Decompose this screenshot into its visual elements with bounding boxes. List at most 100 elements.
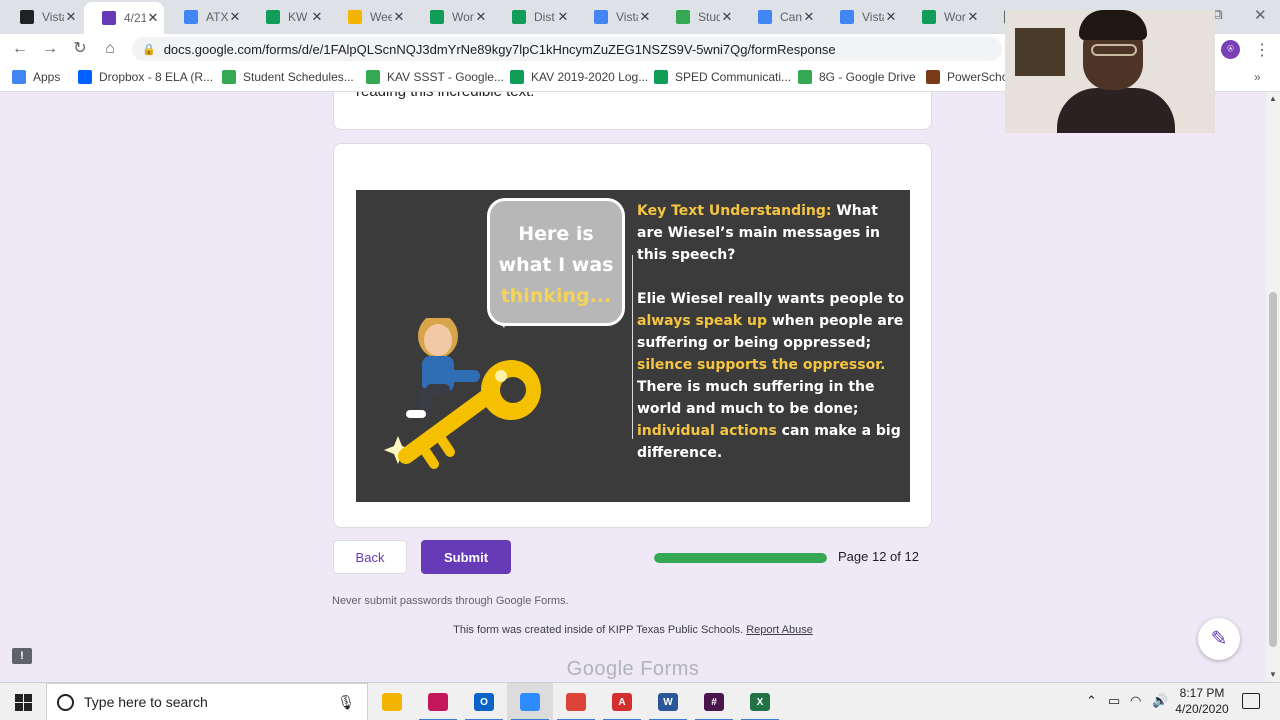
scroll-down-icon[interactable]: ▼ — [1269, 670, 1277, 679]
back-arrow-icon[interactable]: ← — [10, 39, 30, 59]
bookmarks-overflow-icon[interactable]: » — [1254, 70, 1261, 84]
browser-tab-title: Can — [780, 10, 802, 24]
volume-icon[interactable]: 🔊 — [1152, 693, 1168, 709]
cortana-icon — [57, 693, 74, 711]
battery-icon[interactable]: ▭ — [1108, 693, 1120, 709]
bookmark-item[interactable]: SPED Communicati... — [654, 70, 791, 84]
close-tab-icon[interactable]: ✕ — [966, 9, 980, 25]
browser-tab[interactable]: ATX ✕ — [166, 4, 246, 30]
bookmark-item[interactable]: Student Schedules... — [222, 70, 354, 84]
presenter-body — [1057, 88, 1175, 133]
browser-tab[interactable]: Can ✕ — [740, 4, 820, 30]
scroll-up-icon[interactable]: ▲ — [1269, 94, 1277, 103]
taskbar-app-chrome[interactable] — [553, 683, 599, 720]
browser-tab[interactable]: Dist ✕ — [494, 4, 574, 30]
clock-time: 8:17 PM — [1179, 686, 1225, 700]
forms-icon — [102, 11, 116, 25]
close-tab-icon[interactable]: ✕ — [146, 10, 160, 26]
browser-menu-icon[interactable]: ⋮ — [1254, 40, 1270, 60]
taskbar-app-zoom[interactable] — [507, 683, 553, 720]
taskbar-app-excel[interactable]: X — [737, 683, 783, 720]
taskbar-app-word[interactable]: W — [645, 683, 691, 720]
taskbar-app-acrobat[interactable]: A — [599, 683, 645, 720]
zoom-icon — [520, 693, 540, 711]
browser-tab[interactable]: KW ✕ — [248, 4, 328, 30]
browser-tab[interactable]: Vista✕ — [576, 4, 656, 30]
microphone-icon[interactable]: 🎙 — [337, 694, 355, 711]
profile-avatar[interactable]: ⍟ — [1221, 40, 1240, 59]
browser-tab-title: KW — [288, 10, 308, 24]
reload-icon[interactable]: ↻ — [70, 39, 90, 59]
taskbar-search[interactable]: Type here to search 🎙 — [46, 683, 368, 720]
bookmark-item[interactable]: KAV SSST - Google... — [366, 70, 504, 84]
sheets-icon — [922, 10, 936, 24]
browser-tab[interactable]: Wor ✕ — [412, 4, 492, 30]
bubble-line-2: what I was — [498, 254, 614, 276]
file-explorer-icon — [382, 693, 402, 711]
slide-divider — [632, 255, 633, 439]
slide-card: Here is what I was thinking... Key Text … — [333, 143, 932, 528]
presenter-hair — [1079, 10, 1147, 40]
outlook-icon: O — [474, 693, 494, 711]
feedback-icon[interactable]: ! — [12, 648, 32, 664]
drive-icon — [798, 70, 812, 84]
address-bar[interactable]: 🔒 docs.google.com/forms/d/e/1FAlpQLScnNQ… — [132, 37, 1002, 61]
browser-tab[interactable]: 4/21 ✕ — [84, 2, 164, 34]
browser-tab[interactable]: Stud ✕ — [658, 4, 738, 30]
bookmark-item[interactable]: Dropbox - 8 ELA (R... — [78, 70, 213, 84]
presenter-glasses — [1091, 44, 1137, 56]
browser-tab-title: Wor — [452, 10, 474, 24]
taskbar-app-snip-tool[interactable] — [415, 683, 461, 720]
created-inside-text: This form was created inside of KIPP Tex… — [453, 624, 744, 636]
notification-center-icon[interactable] — [1242, 693, 1260, 709]
address-url[interactable]: docs.google.com/forms/d/e/1FAlpQLScnNQJ3… — [164, 42, 836, 57]
wifi-icon[interactable]: ◠ — [1130, 693, 1141, 709]
browser-tab[interactable]: Wee ✕ — [330, 4, 410, 30]
docs-icon — [184, 10, 198, 24]
close-tab-icon[interactable]: ✕ — [392, 9, 406, 25]
thought-bubble: Here is what I was thinking... — [487, 198, 625, 326]
webcam-overlay — [1005, 10, 1215, 133]
scrollbar-thumb[interactable] — [1269, 292, 1277, 647]
close-tab-icon[interactable]: ✕ — [64, 9, 78, 25]
close-tab-icon[interactable]: ✕ — [638, 9, 652, 25]
sheets-icon — [512, 10, 526, 24]
report-abuse-link[interactable]: Report Abuse — [746, 624, 813, 636]
bookmark-item[interactable]: 8G - Google Drive — [798, 70, 916, 84]
close-tab-icon[interactable]: ✕ — [310, 9, 324, 25]
browser-tab[interactable]: Vista✕ — [2, 4, 82, 30]
windows-start-button[interactable] — [0, 683, 46, 720]
bitmoji-on-key-illustration — [384, 318, 541, 469]
back-button[interactable]: Back — [333, 540, 407, 574]
browser-tab-title: Dist — [534, 10, 555, 24]
home-icon[interactable]: ⌂ — [100, 39, 120, 59]
bubble-line-3: thinking... — [500, 285, 612, 307]
taskbar-app-file-explorer[interactable] — [369, 683, 415, 720]
submit-button[interactable]: Submit — [421, 540, 511, 574]
close-tab-icon[interactable]: ✕ — [556, 9, 570, 25]
browser-tab[interactable]: Vista✕ — [822, 4, 902, 30]
forward-arrow-icon[interactable]: → — [40, 39, 60, 59]
docs-icon — [758, 10, 772, 24]
google-forms-logo: Google Forms — [566, 658, 700, 680]
edit-pencil-icon[interactable]: ✎ — [1198, 618, 1240, 660]
bookmark-item[interactable]: KAV 2019-2020 Log... — [510, 70, 648, 84]
close-tab-icon[interactable]: ✕ — [474, 9, 488, 25]
system-clock[interactable]: 8:17 PM 4/20/2020 — [1172, 685, 1232, 717]
browser-tab[interactable]: Wor ✕ — [904, 4, 984, 30]
close-tab-icon[interactable]: ✕ — [720, 9, 734, 25]
windows-logo-icon — [14, 693, 32, 711]
close-tab-icon[interactable]: ✕ — [228, 9, 242, 25]
bookmark-label: KAV SSST - Google... — [387, 70, 504, 84]
bookmark-item[interactable]: Apps — [12, 70, 60, 84]
close-tab-icon[interactable]: ✕ — [802, 9, 816, 25]
bookmark-item[interactable]: PowerSchool — [926, 70, 1018, 84]
taskbar-app-outlook[interactable]: O — [461, 683, 507, 720]
bookmark-label: Apps — [33, 70, 61, 84]
tray-chevron-icon[interactable]: ⌃ — [1086, 693, 1097, 709]
dropbox-icon — [78, 70, 92, 84]
taskbar-app-slack[interactable]: # — [691, 683, 737, 720]
close-window-icon[interactable]: ✕ — [1254, 6, 1267, 24]
page-scrollbar[interactable]: ▲ ▼ — [1266, 92, 1280, 682]
close-tab-icon[interactable]: ✕ — [884, 9, 898, 25]
